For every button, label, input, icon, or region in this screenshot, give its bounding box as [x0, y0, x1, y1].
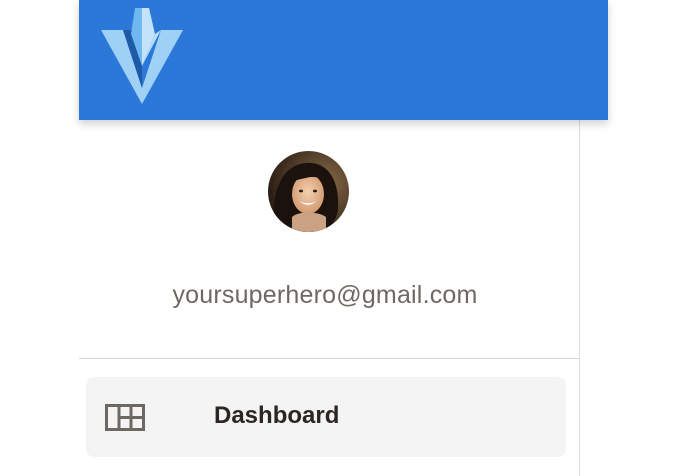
app-bar [79, 0, 608, 120]
app-window: yoursuperhero@gmail.com Dashboard [0, 0, 686, 476]
nav-item-label: Dashboard [214, 402, 340, 429]
vuetify-v-logo-icon[interactable] [101, 8, 183, 104]
avatar[interactable] [268, 151, 349, 232]
drawer-divider [79, 358, 580, 359]
user-avatar-photo [268, 151, 349, 232]
user-email: yoursuperhero@gmail.com [172, 281, 478, 309]
nav-item-dashboard[interactable]: Dashboard [86, 377, 566, 457]
dashboard-grid-icon [105, 404, 145, 431]
